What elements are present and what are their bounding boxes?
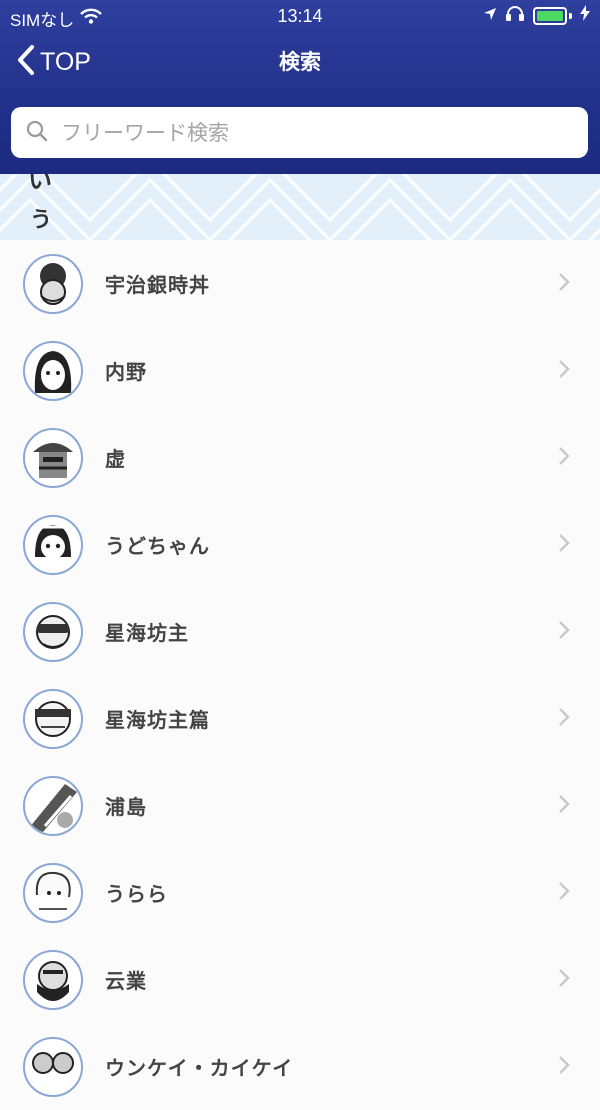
list-item[interactable]: 虚 bbox=[0, 414, 600, 501]
search-input[interactable] bbox=[59, 119, 563, 146]
nav-bar: TOP 検索 bbox=[0, 32, 600, 90]
section-letter: う bbox=[30, 208, 53, 233]
search-bar[interactable] bbox=[11, 107, 588, 158]
character-avatar-icon bbox=[23, 340, 83, 401]
chevron-right-icon bbox=[558, 794, 570, 818]
character-avatar-icon bbox=[23, 688, 83, 749]
character-avatar-icon bbox=[23, 1036, 83, 1097]
item-name: 虚 bbox=[105, 447, 126, 471]
character-avatar-icon bbox=[23, 949, 83, 1010]
wave-pattern-icon bbox=[0, 174, 600, 240]
list-item[interactable]: 星海坊主 bbox=[0, 588, 600, 675]
list-item[interactable]: ウンケイ・カイケイ bbox=[0, 1023, 600, 1110]
item-name: うらら bbox=[105, 882, 168, 906]
character-avatar-icon bbox=[23, 514, 83, 575]
item-name: うどちゃん bbox=[105, 534, 210, 558]
previous-section-letter: い bbox=[28, 174, 52, 194]
page-title: 検索 bbox=[279, 50, 321, 74]
item-name: 星海坊主篇 bbox=[105, 708, 210, 732]
list-item[interactable]: うどちゃん bbox=[0, 501, 600, 588]
character-avatar-icon bbox=[23, 427, 83, 488]
list-item[interactable]: うらら bbox=[0, 849, 600, 936]
chevron-right-icon bbox=[558, 446, 570, 470]
item-name: 云業 bbox=[105, 969, 147, 993]
status-bar: SIMなし 13:14 bbox=[0, 0, 600, 32]
item-name: ウンケイ・カイケイ bbox=[105, 1056, 294, 1080]
chevron-right-icon bbox=[558, 1055, 570, 1079]
item-name: 内野 bbox=[105, 360, 147, 384]
character-list: 宇治銀時丼 内野 虚 うどちゃん 星海坊主 星海坊主篇 浦島 うらら 云業 ウン… bbox=[0, 240, 600, 1110]
headphones-icon bbox=[505, 5, 525, 26]
chevron-right-icon bbox=[558, 881, 570, 905]
character-avatar-icon bbox=[23, 253, 83, 314]
item-name: 浦島 bbox=[105, 795, 147, 819]
chevron-right-icon bbox=[558, 968, 570, 992]
location-arrow-icon bbox=[483, 6, 497, 26]
list-item[interactable]: 星海坊主篇 bbox=[0, 675, 600, 762]
list-item[interactable]: 云業 bbox=[0, 936, 600, 1023]
chevron-right-icon bbox=[558, 620, 570, 644]
character-avatar-icon bbox=[23, 862, 83, 923]
item-name: 星海坊主 bbox=[105, 621, 189, 645]
charging-bolt-icon bbox=[580, 5, 590, 26]
chevron-right-icon bbox=[558, 359, 570, 383]
character-avatar-icon bbox=[23, 601, 83, 662]
list-item[interactable]: 宇治銀時丼 bbox=[0, 240, 600, 327]
header: SIMなし 13:14 TOP 検索 フリーワード検索 bbox=[0, 0, 600, 174]
chevron-right-icon bbox=[558, 272, 570, 296]
item-name: 宇治銀時丼 bbox=[105, 273, 210, 297]
chevron-right-icon bbox=[558, 533, 570, 557]
list-item[interactable]: 内野 bbox=[0, 327, 600, 414]
chevron-right-icon bbox=[558, 707, 570, 731]
section-header: い う bbox=[0, 174, 600, 240]
character-avatar-icon bbox=[23, 775, 83, 836]
battery-icon bbox=[533, 6, 567, 25]
list-item[interactable]: 浦島 bbox=[0, 762, 600, 849]
search-icon bbox=[11, 119, 49, 147]
